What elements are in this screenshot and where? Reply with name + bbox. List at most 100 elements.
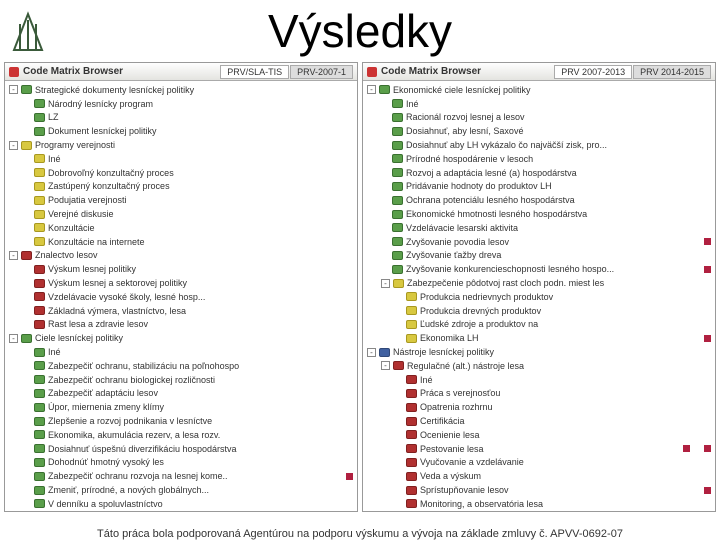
tree-row[interactable]: Základná výmera, vlastníctvo, lesa <box>5 304 357 318</box>
tree-row[interactable]: -Strategické dokumenty lesníckej politik… <box>5 83 357 97</box>
expand-toggle[interactable]: - <box>367 85 376 94</box>
tree-row[interactable]: Pridávanie hodnoty do produktov LH <box>363 180 715 194</box>
tree-row[interactable]: Konzultácie <box>5 221 357 235</box>
expand-toggle[interactable]: - <box>9 141 18 150</box>
column-tab[interactable]: PRV-2007-1 <box>290 65 353 79</box>
tree-row[interactable]: - Ciele lesníckej politiky <box>5 331 357 345</box>
tree-row[interactable]: Úpor, miernenia zmeny klímy <box>5 400 357 414</box>
matrix-cell <box>704 390 711 397</box>
tree-row[interactable]: Racionál rozvoj lesnej a lesov <box>363 111 715 125</box>
expand-toggle[interactable]: - <box>9 251 18 260</box>
tree-row[interactable]: Ľudské zdroje a produktov na <box>363 318 715 332</box>
stop-icon[interactable] <box>9 67 19 77</box>
tree-row[interactable]: Zvyšovanie povodia lesov <box>363 235 715 249</box>
tree-row[interactable]: Dosiahnuť úspešnú diverzifikáciu hospodá… <box>5 442 357 456</box>
code-icon <box>406 334 417 343</box>
tree-row[interactable]: V denníku a spoluvlastníctvo <box>5 497 357 511</box>
tree-row[interactable]: Dosiahnuť aby LH vykázalo čo najväčší zi… <box>363 138 715 152</box>
tree-row[interactable]: Produkcia drevných produktov <box>363 304 715 318</box>
tree-row[interactable]: Národný lesnícky program <box>5 97 357 111</box>
tree-row[interactable]: Ekonomika, akumulácia rezerv, a lesa roz… <box>5 428 357 442</box>
tree-row[interactable]: Vzdelávacie lesarski aktivita <box>363 221 715 235</box>
tree-row[interactable]: Vyučovanie a vzdelávanie <box>363 456 715 470</box>
tree-row[interactable]: Dokument lesníckej politiky <box>5 124 357 138</box>
matrix-cell <box>346 335 353 342</box>
tree-row[interactable]: Iné <box>363 373 715 387</box>
tree-row[interactable]: Práca s verejnosťou <box>363 387 715 401</box>
tree-row[interactable]: Opatrenia rozhrnu <box>363 400 715 414</box>
tree-row[interactable]: -Zabezpečenie pôdotvoj rast cloch podn. … <box>363 276 715 290</box>
tree-row[interactable]: Zvyšovanie ťažby dreva <box>363 249 715 263</box>
tree-row[interactable]: Verejné diskusie <box>5 207 357 221</box>
tree-row[interactable]: Iné <box>5 345 357 359</box>
tree-row[interactable]: Zabezpečiť ochranu biologickej rozličnos… <box>5 373 357 387</box>
tree-row[interactable]: Sprístupňovanie lesov <box>363 483 715 497</box>
tree-row[interactable]: Výskum lesnej a sektorovej politiky <box>5 276 357 290</box>
tree-row[interactable]: Zvyšovanie konkurencieschopnosti lesného… <box>363 262 715 276</box>
matrix-cell <box>683 197 690 204</box>
matrix-cell <box>683 500 690 507</box>
tree-row[interactable]: -Nástroje lesníckej politiky <box>363 345 715 359</box>
tree-row[interactable]: Zmeniť, prírodné, a nových globálnych... <box>5 483 357 497</box>
matrix-cell <box>683 252 690 259</box>
stop-icon[interactable] <box>367 67 377 77</box>
tree-row[interactable]: Zastúpený konzultačný proces <box>5 180 357 194</box>
code-icon <box>379 85 390 94</box>
tree-row[interactable]: Iné <box>363 97 715 111</box>
code-label: Ciele lesníckej politiky <box>35 333 321 343</box>
tree-row[interactable]: Certifikácia <box>363 414 715 428</box>
tree-row[interactable]: Zlepšenie a rozvoj podnikania v lesníctv… <box>5 414 357 428</box>
tree-row[interactable]: Podujatia verejnosti <box>5 193 357 207</box>
tree-row[interactable]: -Regulačné (alt.) nástroje lesa <box>363 359 715 373</box>
tree-row[interactable]: Produkcia nedrievnych produktov <box>363 290 715 304</box>
matrix-cell <box>325 128 332 135</box>
tree-row[interactable]: Ekonomika LH <box>363 331 715 345</box>
tree-row[interactable]: Zabezpečiť ochranu rozvoja na lesnej kom… <box>5 469 357 483</box>
tree-row[interactable]: Vzdelávacie vysoké školy, lesné hosp... <box>5 290 357 304</box>
matrix-cell <box>346 183 353 190</box>
tree-row[interactable]: Pestovanie lesa <box>363 442 715 456</box>
matrix-cell <box>704 100 711 107</box>
tree-row[interactable]: Iné <box>5 152 357 166</box>
tree-row[interactable]: Rozvoj a adaptácia lesné (a) hospodárstv… <box>363 166 715 180</box>
code-icon <box>393 279 404 288</box>
matrix-cell <box>325 114 332 121</box>
code-icon <box>392 141 403 150</box>
tree-row[interactable]: Prírodné hospodárenie v lesoch <box>363 152 715 166</box>
tree-row[interactable]: Dohodnúť hmotný vysoký les <box>5 456 357 470</box>
expand-toggle[interactable]: - <box>9 85 18 94</box>
expand-toggle[interactable]: - <box>367 348 376 357</box>
tree-row[interactable]: Konzultácie na internete <box>5 235 357 249</box>
tree-row[interactable]: Dobrovoľný konzultačný proces <box>5 166 357 180</box>
column-tab[interactable]: PRV 2014-2015 <box>633 65 711 79</box>
column-tab[interactable]: PRV/SLA-TIS <box>220 65 289 79</box>
matrix-cell <box>325 142 332 149</box>
column-tab[interactable]: PRV 2007-2013 <box>554 65 632 79</box>
matrix-cell <box>704 376 711 383</box>
code-label: Ľudské zdroje a produktov na <box>420 319 679 329</box>
tree-row[interactable]: Výskum lesnej politiky <box>5 262 357 276</box>
matrix-cell <box>683 459 690 466</box>
tree-row[interactable]: Veda a výskum <box>363 469 715 483</box>
tree-row[interactable]: Zabezpečiť ochranu, stabilizáciu na poľn… <box>5 359 357 373</box>
matrix-cell <box>683 114 690 121</box>
tree-row[interactable]: -Ekonomické ciele lesníckej politiky <box>363 83 715 97</box>
tree-row[interactable]: Monitoring, a observatória lesa <box>363 497 715 511</box>
code-icon <box>406 306 417 315</box>
tree-row[interactable]: -Programy verejnosti <box>5 138 357 152</box>
tree-row[interactable]: Dosiahnuť, aby lesní, Saxové <box>363 124 715 138</box>
tree-row[interactable]: Ekonomické hmotnosti lesného hospodárstv… <box>363 207 715 221</box>
tree-row[interactable]: Ocenienie lesa <box>363 428 715 442</box>
code-label: Zastúpený konzultačný proces <box>48 181 321 191</box>
matrix-cell <box>704 211 711 218</box>
tree-row[interactable]: Rast lesa a zdravie lesov <box>5 318 357 332</box>
expand-toggle[interactable]: - <box>381 279 390 288</box>
code-label: Zabezpečiť ochranu biologickej rozličnos… <box>48 375 321 385</box>
tree-row[interactable]: -Znalectvo lesov <box>5 249 357 263</box>
expand-toggle[interactable]: - <box>381 361 390 370</box>
code-icon <box>34 210 45 219</box>
tree-row[interactable]: LZ <box>5 111 357 125</box>
tree-row[interactable]: Zabezpečiť adaptáciu lesov <box>5 387 357 401</box>
tree-row[interactable]: Ochrana potenciálu lesného hospodárstva <box>363 193 715 207</box>
expand-toggle[interactable]: - <box>9 334 18 343</box>
